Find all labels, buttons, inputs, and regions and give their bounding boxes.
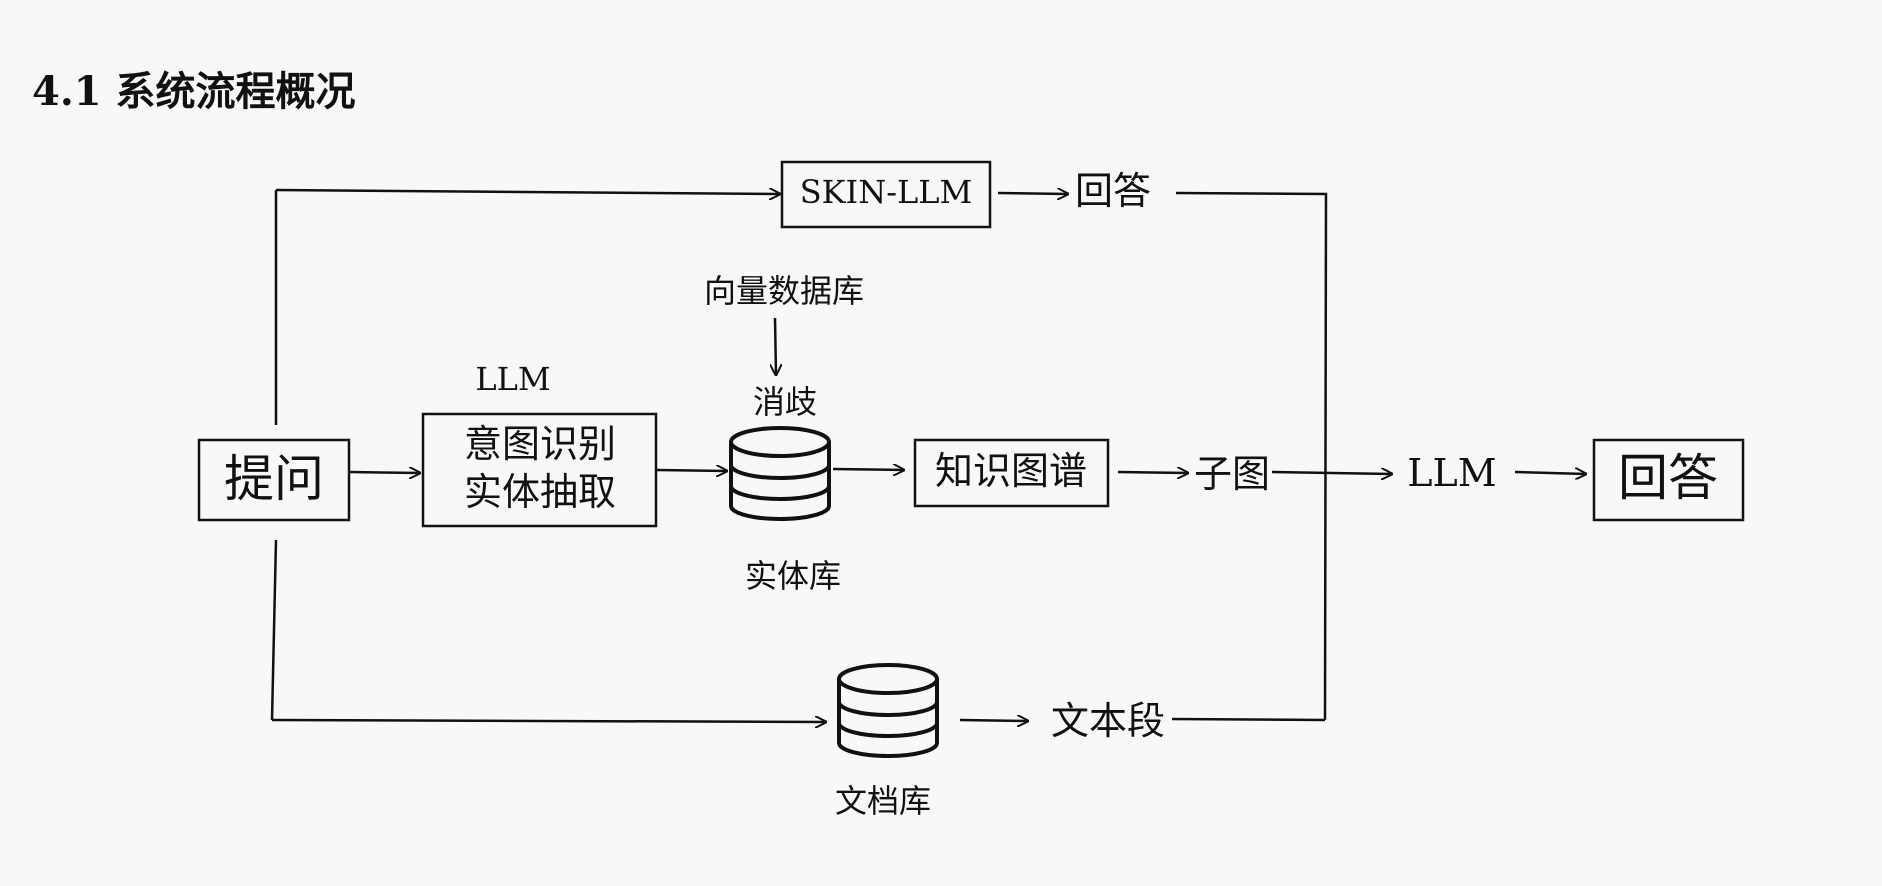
- intent-line1: 意图识别: [464, 422, 616, 466]
- vector-db-label: 向量数据库: [704, 272, 864, 310]
- arrow-to-skin-llm: [275, 190, 780, 194]
- arrow-llm-to-answer: [1514, 472, 1586, 474]
- arrow-doc-to-text: [959, 720, 1028, 721]
- llm-small-label: LLM: [475, 360, 550, 398]
- subgraph-label: 子图: [1194, 452, 1270, 496]
- text-seg-label: 文本段: [1051, 699, 1165, 743]
- llm-mid-label: LLM: [1407, 451, 1496, 495]
- entity-database-icon: [729, 426, 831, 521]
- document-database-icon: [837, 663, 939, 758]
- entity-db-label: 实体库: [745, 557, 841, 595]
- arrow-skin-to-answer: [997, 193, 1068, 194]
- page-title: 4.1 系统流程概况: [32, 68, 356, 115]
- answer-top-label: 回答: [1075, 169, 1151, 213]
- doc-db-label: 文档库: [835, 782, 931, 820]
- arrow-subgraph-to-llm: [1271, 472, 1392, 474]
- diagram-canvas: 4.1 系统流程概况 提问 SKIN-LLM 回答 向量数据库 消歧 LLM 意…: [32, 68, 1745, 820]
- intent-line2: 实体抽取: [464, 470, 616, 514]
- text-to-trunk-line: [1171, 717, 1326, 722]
- skin-llm-label: SKIN-LLM: [800, 173, 973, 211]
- arrow-vector-to-disambig: [775, 317, 776, 375]
- kg-label: 知识图谱: [935, 449, 1087, 493]
- disambig-label: 消歧: [753, 383, 817, 421]
- trunk-bottom-line: [270, 539, 278, 721]
- arrow-kg-to-subgraph: [1117, 472, 1188, 473]
- flow-diagram: 4.1 系统流程概况 提问 SKIN-LLM 回答 向量数据库 消歧 LLM 意…: [0, 0, 1882, 886]
- question-label: 提问: [224, 450, 324, 508]
- arrow-entity-db-to-kg: [832, 469, 904, 470]
- arrow-intent-to-entity-db: [656, 470, 727, 471]
- arrow-question-to-intent: [349, 472, 420, 473]
- final-answer-label: 回答: [1618, 449, 1718, 507]
- arrow-to-doc-db: [271, 720, 826, 722]
